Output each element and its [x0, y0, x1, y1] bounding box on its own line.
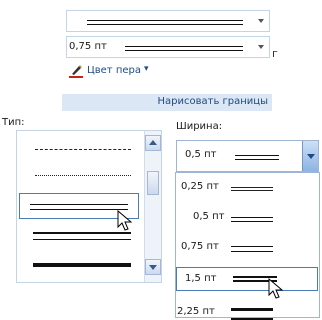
ribbon-line-style-combo[interactable] [66, 10, 270, 32]
type-item-thick[interactable] [19, 257, 139, 275]
type-item-dash-dot[interactable] [19, 141, 139, 159]
width-option-preview [231, 308, 273, 320]
width-dropdown-button[interactable] [302, 141, 318, 171]
mouse-cursor-icon [117, 210, 133, 231]
chevron-down-icon [306, 154, 315, 159]
ribbon-line-style-preview [87, 20, 243, 25]
draw-borders-group-label: Нарисовать границы [157, 96, 269, 107]
width-option-0-75[interactable]: 0,75 пт [175, 237, 318, 260]
width-option-preview [231, 217, 273, 222]
ribbon-line-width-combo[interactable]: 0,75 пт [66, 36, 270, 58]
width-combo-preview [235, 155, 279, 160]
arrow-up-icon [149, 140, 157, 145]
chevron-down-icon: ▾ [144, 64, 149, 74]
width-option-1-5[interactable]: 1,5 пт [176, 267, 318, 291]
scroll-thumb[interactable] [147, 171, 159, 195]
width-option-label: 1,5 пт [185, 273, 217, 284]
width-option-0-25[interactable]: 0,25 пт [175, 177, 318, 200]
dash-dot-line [35, 149, 131, 150]
width-option-2-25[interactable]: 2,25 пт [175, 297, 318, 320]
width-option-label: 0,5 пт [193, 211, 225, 222]
width-option-label: 0,25 пт [181, 181, 219, 192]
pen-color-label: Цвет пера [87, 65, 141, 76]
width-option-label: 2,25 пт [177, 306, 215, 317]
width-label: Ширина: [176, 121, 223, 132]
width-option-preview [231, 187, 273, 191]
double-line [30, 204, 128, 210]
pen-color-button[interactable]: Цвет пера ▾ [66, 62, 166, 80]
type-scrollbar[interactable] [144, 131, 161, 282]
thick-thin-line [33, 232, 131, 240]
type-item-dashed[interactable] [19, 167, 139, 185]
width-combo-value: 0,5 пт [185, 149, 217, 160]
draw-borders-group-bar[interactable]: Нарисовать границы [62, 94, 272, 111]
dashed-line [35, 175, 131, 176]
type-list[interactable] [16, 130, 162, 283]
thick-line [33, 263, 131, 267]
ribbon-line-width-preview [125, 46, 243, 51]
chevron-down-icon [258, 45, 264, 49]
width-option-0-5[interactable]: 0,5 пт [175, 207, 318, 230]
width-combo[interactable]: 0,5 пт [176, 140, 319, 172]
pen-icon [69, 65, 83, 78]
type-label: Тип: [2, 117, 25, 128]
mouse-cursor-icon [268, 278, 284, 299]
width-option-label: 0,75 пт [181, 241, 219, 252]
scroll-up-button[interactable] [145, 135, 161, 151]
width-option-preview [231, 246, 273, 252]
ribbon-cut-text: г [272, 47, 278, 60]
chevron-down-icon [258, 19, 264, 23]
ribbon-line-width-value: 0,75 пт [69, 41, 107, 52]
arrow-down-icon [149, 265, 157, 270]
scroll-down-button[interactable] [145, 259, 161, 275]
